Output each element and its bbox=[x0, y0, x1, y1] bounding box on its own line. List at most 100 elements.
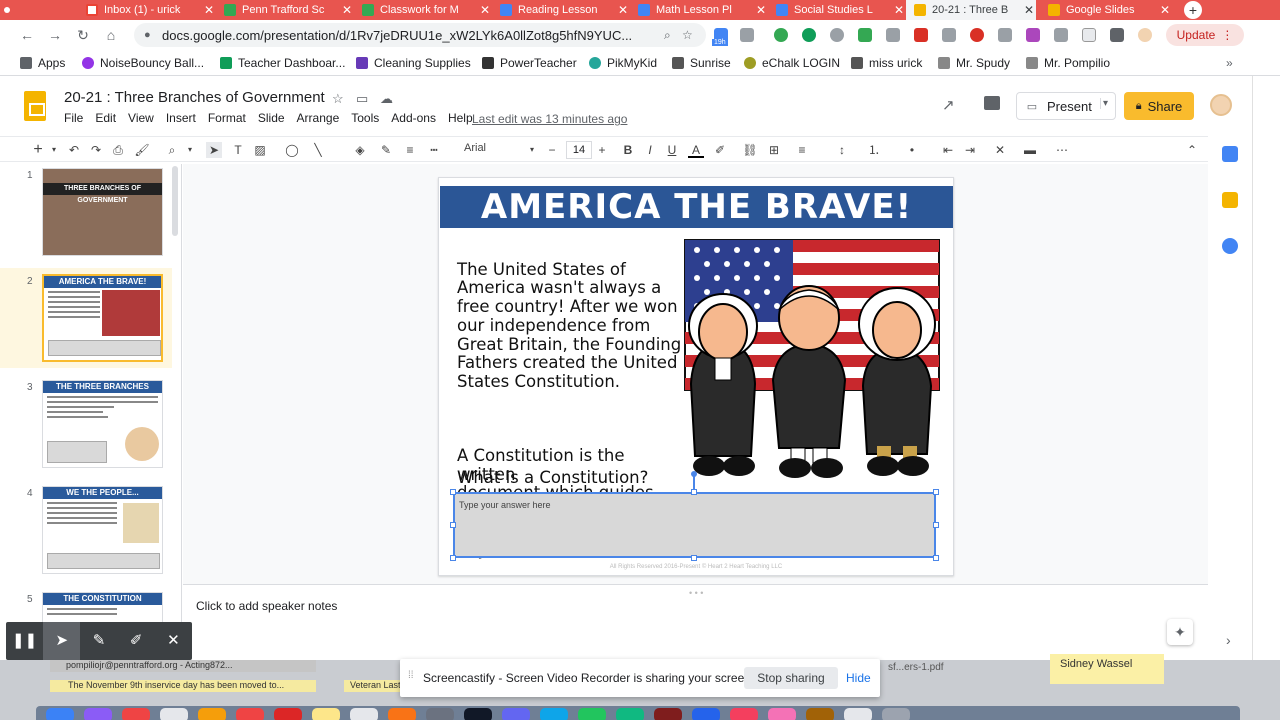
tab-social-studies[interactable]: Social Studies L ✕ bbox=[776, 0, 906, 20]
app-icon[interactable] bbox=[84, 708, 112, 720]
slide-canvas[interactable]: AMERICA THE BRAVE! The United States of … bbox=[183, 164, 1208, 584]
screencastify-icon[interactable] bbox=[970, 28, 984, 42]
resize-handle[interactable] bbox=[933, 489, 939, 495]
chevron-down-icon[interactable]: ▾ bbox=[1100, 98, 1112, 109]
text-color-icon[interactable]: A bbox=[688, 142, 704, 158]
new-tab-button[interactable]: + bbox=[1184, 1, 1202, 19]
extension-icon[interactable] bbox=[858, 28, 872, 42]
tasks-icon[interactable] bbox=[1222, 238, 1238, 254]
user-avatar[interactable] bbox=[1210, 94, 1232, 116]
menu-insert[interactable]: Insert bbox=[166, 111, 196, 125]
drag-handle-icon[interactable]: ⁞⁞ bbox=[408, 670, 414, 681]
app-icon[interactable] bbox=[540, 708, 568, 720]
extension-icon[interactable] bbox=[802, 28, 816, 42]
forward-icon[interactable]: → bbox=[46, 26, 64, 44]
text-box-icon[interactable]: T bbox=[230, 142, 246, 158]
close-icon[interactable]: ✕ bbox=[616, 3, 630, 17]
extension-icon[interactable] bbox=[942, 28, 956, 42]
move-folder-icon[interactable]: ▭ bbox=[356, 91, 368, 107]
filmstrip-scrollbar[interactable] bbox=[172, 166, 178, 236]
tab-inbox[interactable]: Inbox (1) - urick ✕ bbox=[86, 0, 216, 20]
app-icon[interactable] bbox=[692, 708, 720, 720]
bookmark-mr-spudy[interactable]: Mr. Spudy bbox=[938, 56, 1010, 70]
bookmark-sunrise[interactable]: Sunrise bbox=[672, 56, 731, 70]
redo-icon[interactable]: ↷ bbox=[88, 142, 104, 158]
resize-handle[interactable] bbox=[450, 555, 456, 561]
tab-reading-lesson[interactable]: Reading Lesson ✕ bbox=[500, 0, 630, 20]
tab-math-lesson[interactable]: Math Lesson Pl ✕ bbox=[638, 0, 768, 20]
question-prompt[interactable]: What is a Constitution? bbox=[457, 468, 648, 487]
stop-sharing-button[interactable]: Stop sharing bbox=[744, 667, 838, 689]
align-icon[interactable]: ≡ bbox=[794, 142, 810, 158]
slide-thumbnail-1[interactable]: THREE BRANCHES OF GOVERNMENT bbox=[42, 168, 163, 256]
app-icon[interactable] bbox=[654, 708, 682, 720]
speaker-notes-panel[interactable]: • • • Click to add speaker notes ✦ bbox=[183, 584, 1208, 660]
new-slide-icon[interactable]: + bbox=[30, 142, 46, 158]
profile-avatar[interactable] bbox=[1138, 28, 1152, 42]
menu-arrange[interactable]: Arrange bbox=[297, 111, 340, 125]
resize-handle[interactable] bbox=[691, 555, 697, 561]
resize-handle[interactable] bbox=[450, 489, 456, 495]
menu-edit[interactable]: Edit bbox=[95, 111, 116, 125]
comment-history-icon[interactable] bbox=[984, 96, 1000, 110]
close-icon[interactable]: ✕ bbox=[478, 3, 492, 17]
collapse-toolbar-icon[interactable]: ⌃ bbox=[1184, 142, 1200, 158]
tab-three-branches[interactable]: 20-21 : Three B ✕ bbox=[906, 0, 1036, 20]
puzzle-extensions-icon[interactable] bbox=[1110, 28, 1124, 42]
paint-format-icon[interactable]: 🖌︎ bbox=[134, 142, 150, 158]
decrease-indent-icon[interactable]: ⇤ bbox=[940, 142, 956, 158]
back-icon[interactable]: ← bbox=[18, 26, 36, 44]
bulleted-list-icon[interactable]: • bbox=[904, 142, 920, 158]
image-icon[interactable]: ▨ bbox=[252, 142, 268, 158]
font-size-input[interactable]: 14 bbox=[566, 141, 592, 159]
founding-fathers-flag-illustration[interactable] bbox=[681, 234, 943, 480]
tab-classwork[interactable]: Classwork for M ✕ bbox=[362, 0, 492, 20]
present-button[interactable]: ▭ Present ▾ bbox=[1016, 92, 1116, 120]
tab-penn-trafford[interactable]: Penn Trafford Sc ✕ bbox=[224, 0, 354, 20]
current-slide[interactable]: AMERICA THE BRAVE! The United States of … bbox=[438, 177, 954, 576]
app-icon[interactable] bbox=[236, 708, 264, 720]
border-weight-icon[interactable]: ≡ bbox=[402, 142, 418, 158]
menu-help[interactable]: Help bbox=[448, 111, 473, 125]
close-icon[interactable]: ✕ bbox=[754, 3, 768, 17]
extension-icon[interactable] bbox=[774, 28, 788, 42]
calendar-icon[interactable] bbox=[1222, 146, 1238, 162]
acrobat-icon[interactable] bbox=[914, 28, 928, 42]
chevron-down-icon[interactable]: ▾ bbox=[524, 142, 540, 158]
app-icon[interactable] bbox=[160, 708, 188, 720]
notes-icon[interactable] bbox=[312, 708, 340, 720]
bookmark-teacher-dashboard[interactable]: Teacher Dashboar... bbox=[220, 56, 345, 70]
pen-icon[interactable]: ✎ bbox=[80, 622, 117, 660]
speaker-notes-placeholder[interactable]: Click to add speaker notes bbox=[196, 599, 337, 613]
power-extension-icon[interactable] bbox=[830, 28, 844, 42]
more-horiz-icon[interactable]: ⋯ bbox=[1054, 142, 1070, 158]
bookmark-apps[interactable]: Apps bbox=[20, 56, 65, 70]
slide-thumbnail-2[interactable]: AMERICA THE BRAVE! bbox=[42, 274, 163, 362]
close-icon[interactable]: ✕ bbox=[892, 3, 906, 17]
app-icon[interactable] bbox=[730, 708, 758, 720]
slides-logo-icon[interactable] bbox=[24, 91, 46, 121]
slide-thumbnail-3[interactable]: THE THREE BRANCHES bbox=[42, 380, 163, 468]
chevron-right-icon[interactable]: › bbox=[1226, 632, 1231, 648]
add-comment-icon[interactable]: ⊞ bbox=[766, 142, 782, 158]
app-icon[interactable] bbox=[350, 708, 378, 720]
star-icon[interactable]: ☆ bbox=[332, 91, 344, 107]
highlighter-icon[interactable]: ✐ bbox=[118, 622, 155, 660]
line-spacing-icon[interactable]: ↕ bbox=[834, 142, 850, 158]
share-button[interactable]: 🔒︎ Share bbox=[1124, 92, 1194, 120]
numbered-list-icon[interactable]: ⒈ bbox=[866, 142, 882, 158]
url-text[interactable]: docs.google.com/presentation/d/1Rv7jeDRU… bbox=[162, 28, 664, 43]
italic-icon[interactable]: I bbox=[642, 142, 658, 158]
bookmark-noisebouncy[interactable]: NoiseBouncy Ball... bbox=[82, 56, 204, 70]
print-icon[interactable]: ⎙ bbox=[110, 142, 126, 158]
reload-icon[interactable]: ↻ bbox=[74, 26, 92, 44]
bookmark-pikmykid[interactable]: PikMyKid bbox=[589, 56, 657, 70]
menu-file[interactable]: File bbox=[64, 111, 83, 125]
fill-color-icon[interactable]: ◈ bbox=[352, 142, 368, 158]
bookmark-miss-urick[interactable]: miss urick bbox=[851, 56, 922, 70]
extension-icon[interactable] bbox=[1082, 28, 1096, 42]
close-icon[interactable]: ✕ bbox=[155, 622, 192, 660]
underline-icon[interactable]: U bbox=[664, 142, 680, 158]
cursor-icon[interactable]: ➤ bbox=[43, 622, 81, 660]
explore-icon[interactable]: ✦ bbox=[1167, 619, 1193, 645]
